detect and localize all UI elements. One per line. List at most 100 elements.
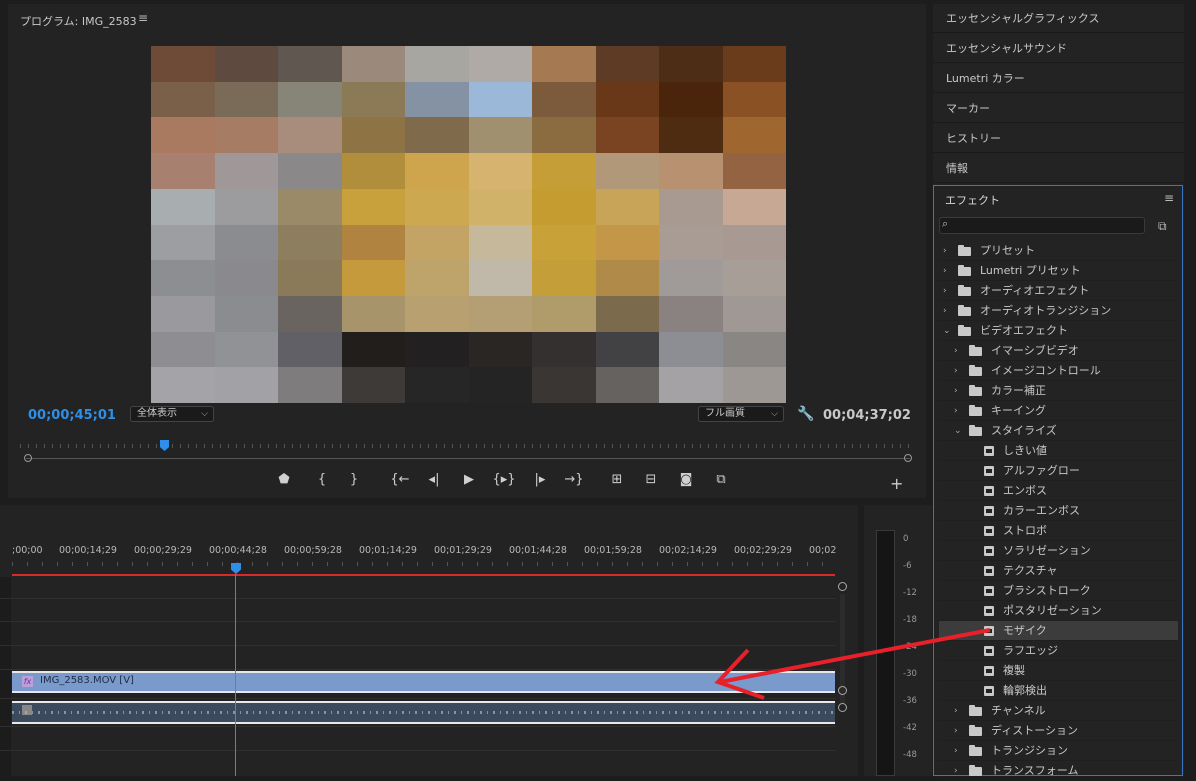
go-to-in-icon[interactable]: {← — [388, 472, 412, 487]
mosaic-tile — [532, 153, 596, 189]
effect-item[interactable]: テクスチャ — [939, 561, 1178, 581]
ruler-timecode-label: 00;00;14;29 — [59, 545, 117, 556]
chevron-right-icon[interactable]: › — [943, 281, 947, 301]
mosaic-tile — [722, 295, 786, 332]
effects-search-input[interactable]: ⌕ — [939, 217, 1145, 234]
effects-folder-item[interactable]: › トランスフォーム — [939, 761, 1178, 781]
effect-item[interactable]: アルファグロー — [939, 461, 1178, 481]
settings-wrench-icon[interactable]: 🔧 — [797, 406, 814, 422]
panel-menu-icon[interactable]: ≡ — [1164, 191, 1174, 205]
panel-tab[interactable]: ヒストリー — [933, 124, 1184, 153]
chevron-down-icon: ⌵ — [201, 409, 208, 419]
go-to-out-icon[interactable]: {▸} — [492, 472, 516, 487]
playback-quality-select[interactable]: フル画質 ⌵ — [698, 406, 784, 422]
mosaic-tile — [341, 295, 405, 332]
effect-item[interactable]: カラーエンボス — [939, 501, 1178, 521]
folder-icon — [958, 265, 971, 276]
ruler-ticks — [12, 562, 834, 566]
chevron-right-icon[interactable]: › — [954, 761, 958, 781]
effect-item[interactable]: ポスタリゼーション — [939, 601, 1178, 621]
effects-folder-item[interactable]: › ディストーション — [939, 721, 1178, 741]
chevron-right-icon[interactable]: › — [943, 301, 947, 321]
chevron-right-icon[interactable]: › — [954, 341, 958, 361]
panel-tab[interactable]: Lumetri カラー — [933, 64, 1184, 93]
camera-icon[interactable]: ◙ — [674, 472, 698, 487]
effects-panel-title[interactable]: エフェクト — [945, 192, 1000, 208]
chevron-right-icon[interactable]: › — [954, 721, 958, 741]
effects-folder-item[interactable]: › オーディオトランジション — [939, 301, 1178, 321]
monitor-time-ruler[interactable] — [20, 440, 912, 452]
tree-item-label: イマーシブビデオ — [991, 344, 1079, 357]
effect-item[interactable]: ソラリゼーション — [939, 541, 1178, 561]
effects-folder-item[interactable]: ⌄ スタイライズ — [939, 421, 1178, 441]
mosaic-tile — [532, 260, 596, 296]
add-marker-icon[interactable]: ⬟ — [272, 472, 296, 487]
chevron-right-icon[interactable]: › — [954, 381, 958, 401]
tree-item-label: ブラシストローク — [1003, 584, 1091, 597]
effects-folder-item[interactable]: › キーイング — [939, 401, 1178, 421]
lift-icon[interactable]: ⊞ — [605, 472, 629, 487]
scroll-knob-top[interactable] — [838, 582, 847, 591]
mosaic-tile — [341, 153, 405, 189]
effect-item[interactable]: ストロボ — [939, 521, 1178, 541]
mark-in-icon[interactable]: { — [310, 472, 334, 487]
extract-icon[interactable]: ⊟ — [639, 472, 663, 487]
new-custom-bin-icon[interactable]: ⧉ — [1158, 219, 1167, 234]
meter-db-label: -6 — [903, 561, 912, 571]
mosaic-tile — [595, 46, 659, 82]
add-button-icon[interactable]: + — [890, 474, 903, 493]
mosaic-tile — [151, 295, 215, 332]
zoom-scrollbar[interactable] — [26, 458, 910, 459]
panel-menu-icon[interactable]: ≡ — [138, 11, 148, 25]
mosaic-tile — [278, 81, 342, 118]
effect-icon — [984, 526, 994, 536]
scrollbar-left-handle[interactable] — [24, 454, 32, 462]
playback-quality-value: フル画質 — [705, 408, 745, 419]
chevron-right-icon[interactable]: › — [954, 361, 958, 381]
effect-item[interactable]: しきい値 — [939, 441, 1178, 461]
effects-folder-item[interactable]: › Lumetri プリセット — [939, 261, 1178, 281]
effects-folder-item[interactable]: › イマーシブビデオ — [939, 341, 1178, 361]
ruler-timecode-label: 00;01;44;28 — [509, 545, 567, 556]
video-preview — [151, 46, 786, 403]
chevron-down-icon[interactable]: ⌄ — [943, 321, 951, 341]
step-forward-icon[interactable]: |▸ — [528, 472, 552, 487]
track-separator — [0, 750, 836, 751]
current-timecode[interactable]: 00;00;45;01 — [28, 408, 116, 423]
step-back-icon[interactable]: ◂| — [422, 472, 446, 487]
effects-folder-item[interactable]: › カラー補正 — [939, 381, 1178, 401]
effect-item[interactable]: ブラシストローク — [939, 581, 1178, 601]
play-icon[interactable]: ▶ — [457, 472, 481, 487]
mosaic-tile — [214, 260, 278, 296]
effects-folder-item[interactable]: › イメージコントロール — [939, 361, 1178, 381]
go-to-out-point-icon[interactable]: →} — [562, 472, 586, 487]
folder-icon — [958, 305, 971, 316]
comparison-view-icon[interactable]: ⧉ — [709, 472, 733, 487]
mosaic-tile — [595, 153, 659, 189]
mosaic-tile — [278, 260, 342, 296]
fx-badge-icon[interactable]: fx — [22, 676, 33, 687]
tree-item-label: ディストーション — [991, 724, 1079, 737]
panel-tab[interactable]: 情報 — [933, 154, 1184, 183]
chevron-right-icon[interactable]: › — [954, 401, 958, 421]
effects-folder-item[interactable]: › トランジション — [939, 741, 1178, 761]
effects-folder-item[interactable]: ⌄ ビデオエフェクト — [939, 321, 1178, 341]
effect-item[interactable]: エンボス — [939, 481, 1178, 501]
panel-tab[interactable]: マーカー — [933, 94, 1184, 123]
scrollbar-right-handle[interactable] — [904, 454, 912, 462]
effects-folder-item[interactable]: › オーディオエフェクト — [939, 281, 1178, 301]
panel-tab[interactable]: エッセンシャルグラフィックス — [933, 4, 1184, 33]
chevron-down-icon[interactable]: ⌄ — [954, 421, 962, 441]
mosaic-tile — [532, 295, 596, 332]
panel-tab[interactable]: エッセンシャルサウンド — [933, 34, 1184, 63]
effects-folder-item[interactable]: › プリセット — [939, 241, 1178, 261]
mosaic-tile — [214, 367, 278, 403]
zoom-level-select[interactable]: 全体表示 ⌵ — [130, 406, 214, 422]
mosaic-tile — [278, 224, 342, 261]
program-monitor-title[interactable]: プログラム: IMG_2583 — [20, 13, 137, 29]
chevron-right-icon[interactable]: › — [954, 741, 958, 761]
chevron-right-icon[interactable]: › — [943, 241, 947, 261]
audio-waveform — [12, 711, 835, 714]
chevron-right-icon[interactable]: › — [943, 261, 947, 281]
mark-out-icon[interactable]: } — [342, 472, 366, 487]
